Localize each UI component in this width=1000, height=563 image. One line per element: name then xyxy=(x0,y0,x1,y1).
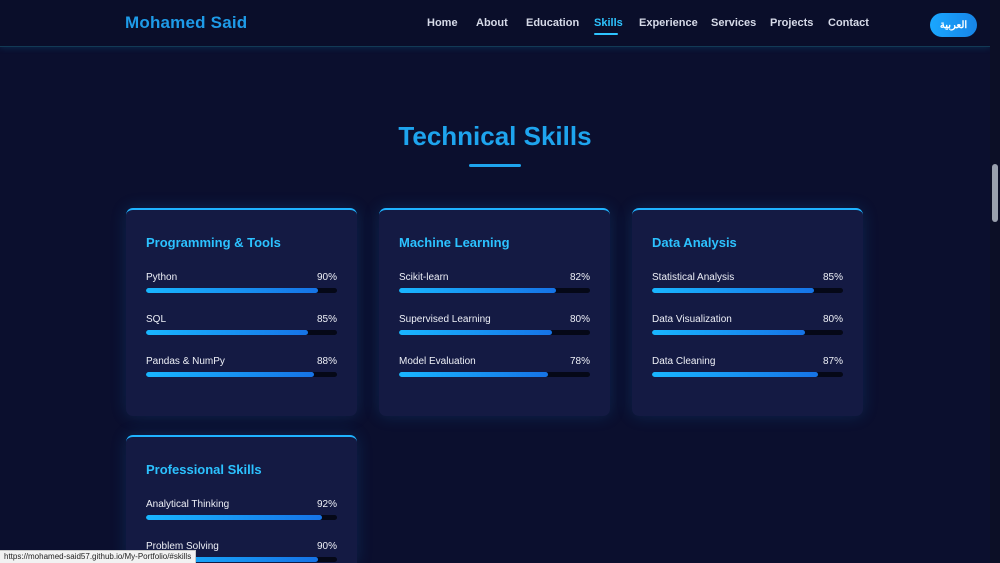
progress-fill xyxy=(399,330,552,335)
progress-track xyxy=(652,288,843,293)
brand-logo[interactable]: Mohamed Said xyxy=(125,13,247,33)
scrollbar-thumb[interactable] xyxy=(992,164,998,222)
progress-track xyxy=(146,288,337,293)
skill-row: Python 90% xyxy=(146,272,337,298)
skill-name: Analytical Thinking xyxy=(146,499,230,510)
skill-percent: 90% xyxy=(316,272,337,283)
skill-row: Analytical Thinking 92% xyxy=(146,499,337,525)
nav-link-education[interactable]: Education xyxy=(526,17,579,29)
skill-percent: 85% xyxy=(822,272,843,283)
skill-name: Supervised Learning xyxy=(399,314,491,325)
navbar: Mohamed Said Home About Education Skills… xyxy=(0,0,990,47)
card-title: Professional Skills xyxy=(146,462,262,477)
skill-row: Scikit-learn 82% xyxy=(399,272,590,298)
skill-name: Data Cleaning xyxy=(652,356,716,367)
skill-name: SQL xyxy=(146,314,167,325)
progress-track xyxy=(652,372,843,377)
nav-link-contact[interactable]: Contact xyxy=(828,17,869,29)
progress-fill xyxy=(652,372,819,377)
skill-percent: 80% xyxy=(822,314,843,325)
skill-percent: 80% xyxy=(569,314,590,325)
skill-name: Model Evaluation xyxy=(399,356,476,367)
nav-link-services[interactable]: Services xyxy=(711,17,756,29)
card-title: Programming & Tools xyxy=(146,235,281,250)
skill-percent: 87% xyxy=(822,356,843,367)
progress-track xyxy=(146,515,337,520)
skill-percent: 85% xyxy=(316,314,337,325)
skill-row: Model Evaluation 78% xyxy=(399,356,590,382)
skill-card-programming: Programming & Tools Python 90% SQL 85% P… xyxy=(126,208,357,416)
skill-row: SQL 85% xyxy=(146,314,337,340)
skill-name: Scikit-learn xyxy=(399,272,449,283)
progress-fill xyxy=(146,288,318,293)
skill-card-data-analysis: Data Analysis Statistical Analysis 85% D… xyxy=(632,208,863,416)
progress-fill xyxy=(146,330,309,335)
skill-name: Statistical Analysis xyxy=(652,272,735,283)
active-nav-underline xyxy=(594,33,618,35)
card-title: Data Analysis xyxy=(652,235,737,250)
nav-link-home[interactable]: Home xyxy=(427,17,458,29)
progress-track xyxy=(146,372,337,377)
section-title: Technical Skills xyxy=(398,121,592,151)
card-title: Machine Learning xyxy=(399,235,510,250)
progress-track xyxy=(399,288,590,293)
skill-row: Statistical Analysis 85% xyxy=(652,272,843,298)
nav-link-projects[interactable]: Projects xyxy=(770,17,813,29)
skill-percent: 78% xyxy=(569,356,590,367)
progress-fill xyxy=(652,288,815,293)
skill-percent: 92% xyxy=(316,499,337,510)
language-toggle-button[interactable]: العربية xyxy=(930,13,977,37)
skill-percent: 82% xyxy=(569,272,590,283)
progress-track xyxy=(652,330,843,335)
skill-row: Supervised Learning 80% xyxy=(399,314,590,340)
skill-name: Python xyxy=(146,272,178,283)
progress-fill xyxy=(146,372,315,377)
browser-status-url: https://mohamed-said57.github.io/My-Port… xyxy=(0,550,197,563)
progress-fill xyxy=(399,288,556,293)
progress-fill xyxy=(146,515,322,520)
portfolio-page: Mohamed Said Home About Education Skills… xyxy=(0,0,1000,563)
progress-fill xyxy=(652,330,805,335)
progress-track xyxy=(399,372,590,377)
skill-row: Pandas & NumPy 88% xyxy=(146,356,337,382)
skill-row: Data Visualization 80% xyxy=(652,314,843,340)
progress-track xyxy=(146,330,337,335)
nav-link-experience[interactable]: Experience xyxy=(639,17,698,29)
skill-card-professional: Professional Skills Analytical Thinking … xyxy=(126,435,357,563)
skill-name: Pandas & NumPy xyxy=(146,356,225,367)
page-scrollbar[interactable] xyxy=(990,0,1000,563)
nav-link-about[interactable]: About xyxy=(476,17,508,29)
progress-fill xyxy=(399,372,548,377)
skill-percent: 90% xyxy=(316,541,337,552)
skill-row: Data Cleaning 87% xyxy=(652,356,843,382)
skill-percent: 88% xyxy=(316,356,337,367)
section-title-underline xyxy=(469,164,521,167)
nav-link-skills[interactable]: Skills xyxy=(594,17,623,29)
skill-card-machine-learning: Machine Learning Scikit-learn 82% Superv… xyxy=(379,208,610,416)
progress-track xyxy=(399,330,590,335)
skill-name: Data Visualization xyxy=(652,314,732,325)
